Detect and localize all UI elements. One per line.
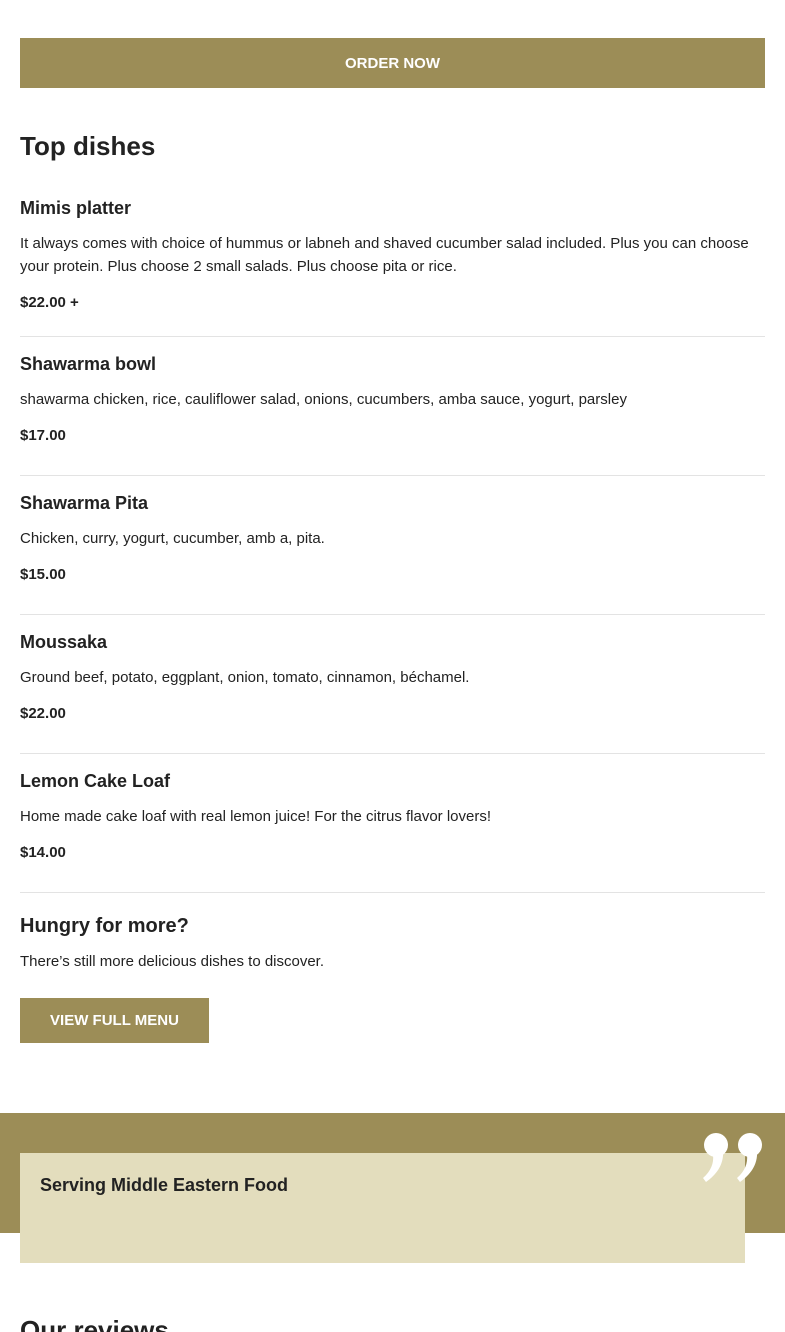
dish-description: Home made cake loaf with real lemon juic… (20, 808, 492, 825)
dish-price: $15.00 (20, 566, 66, 583)
order-now-button[interactable]: ORDER NOW (20, 38, 765, 88)
dish-item: Shawarma bowl shawarma chicken, rice, ca… (20, 337, 765, 476)
dish-name: Shawarma Pita (20, 493, 149, 513)
hungry-heading: Hungry for more? (20, 915, 189, 937)
dish-price: $14.00 (20, 844, 66, 861)
dish-description: shawarma chicken, rice, cauliflower sala… (20, 391, 627, 408)
dish-price: $22.00 + (20, 294, 79, 311)
dish-description: It always comes with choice of hummus or… (20, 235, 749, 275)
view-full-menu-button[interactable]: VIEW FULL MENU (20, 998, 209, 1043)
dish-price: $22.00 (20, 705, 66, 722)
quote-icon (703, 1133, 762, 1182)
dish-item: Lemon Cake Loaf Home made cake loaf with… (20, 754, 765, 893)
dish-item: Shawarma Pita Chicken, curry, yogurt, cu… (20, 476, 765, 615)
hungry-text: There’s still more delicious dishes to d… (20, 953, 325, 970)
dish-list: Mimis platter It always comes with choic… (20, 181, 765, 893)
dish-description: Ground beef, potato, eggplant, onion, to… (20, 669, 470, 686)
dish-name: Moussaka (20, 632, 108, 652)
quote-card-title: Serving Middle Eastern Food (40, 1175, 289, 1195)
dish-description: Chicken, curry, yogurt, cucumber, amb a,… (20, 530, 325, 547)
dish-name: Shawarma bowl (20, 354, 157, 374)
dish-price: $17.00 (20, 427, 66, 444)
dish-name: Mimis platter (20, 198, 132, 218)
top-dishes-heading: Top dishes (20, 131, 156, 161)
dish-item: Moussaka Ground beef, potato, eggplant, … (20, 615, 765, 754)
quote-card: Serving Middle Eastern Food (20, 1153, 745, 1263)
dish-item: Mimis platter It always comes with choic… (20, 181, 765, 337)
dish-name: Lemon Cake Loaf (20, 771, 171, 791)
reviews-heading: Our reviews (20, 1315, 169, 1332)
